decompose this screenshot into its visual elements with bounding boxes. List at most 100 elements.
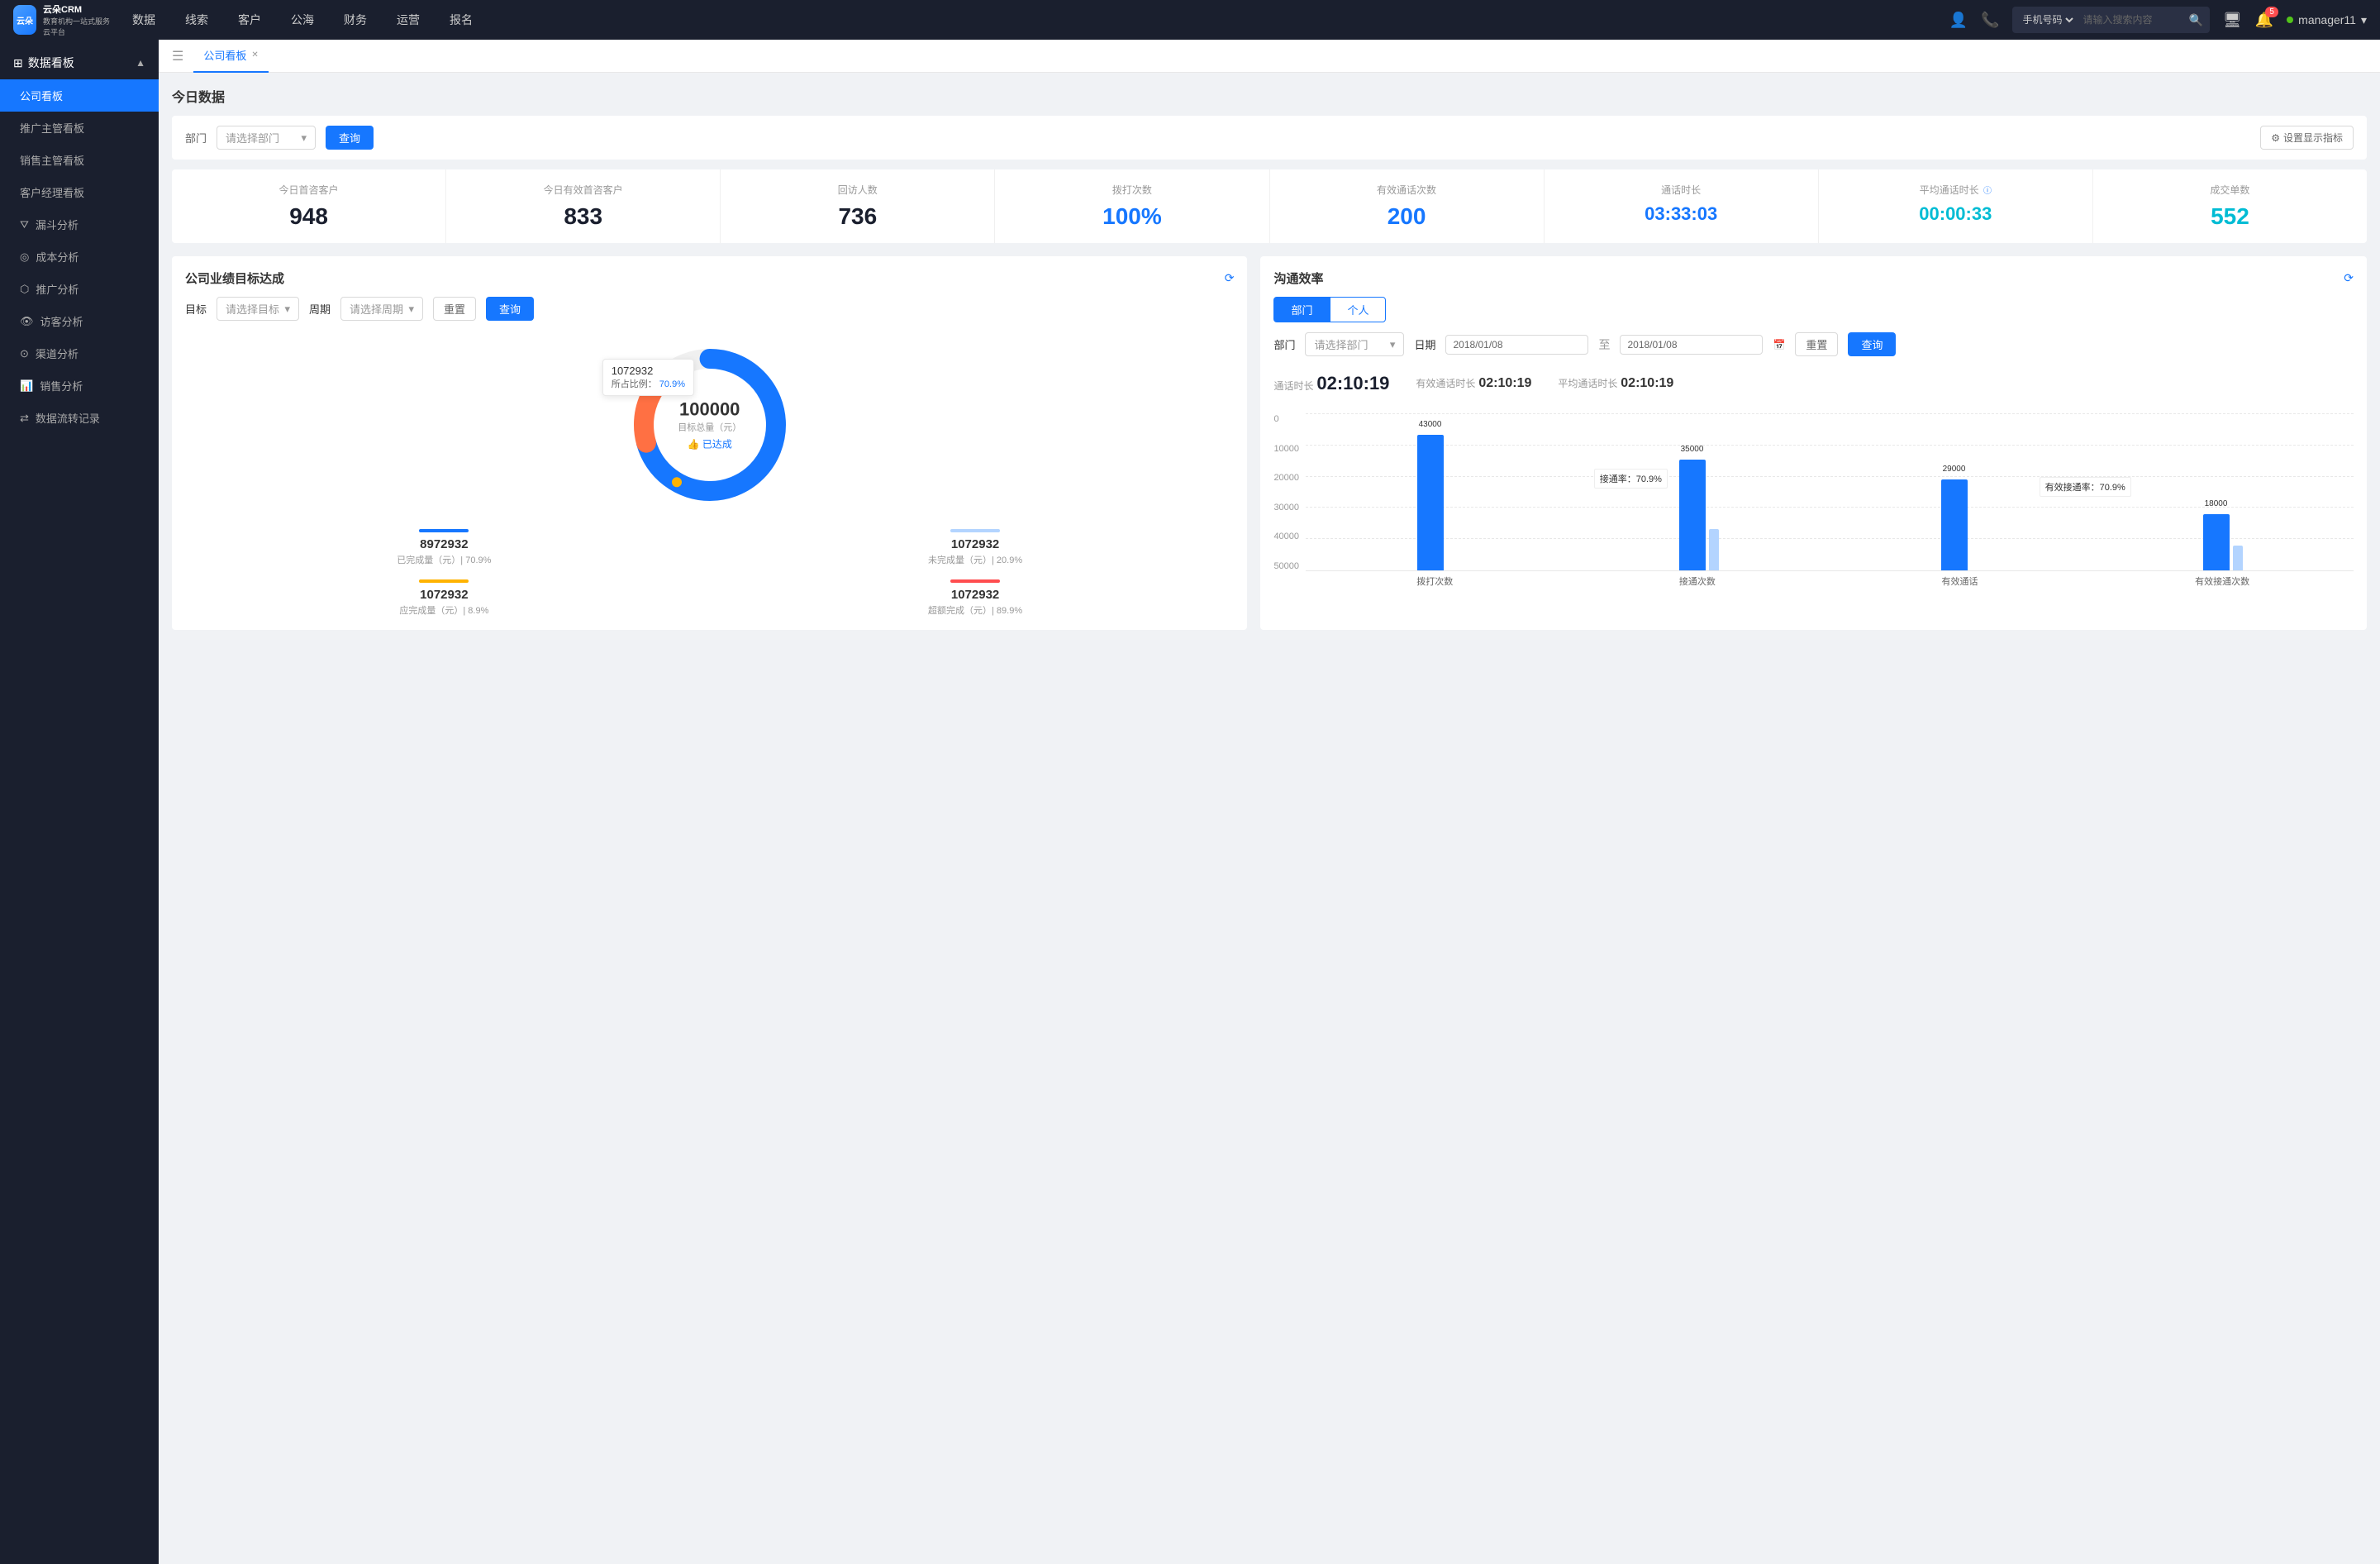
goal-stat-desc: 超额完成（元）| 89.9% [716,603,1235,617]
period-select[interactable]: 请选择周期 ▾ [340,297,423,321]
tab-label: 公司看板 [203,47,246,63]
grid-icon: ⊞ [13,56,23,70]
sidebar-item-company-board[interactable]: 公司看板 [0,79,159,112]
y-label-40000: 40000 [1273,532,1299,541]
donut-center-value: 100000 [678,399,741,421]
bar-wrap-eff-connect: 18000 [2203,514,2230,570]
goal-panel-title: 公司业绩目标达成 [185,269,284,287]
avg-talk-value: 02:10:19 [1621,376,1673,390]
stat-bar-completed [419,529,469,532]
stat-effective-first: 今日有效首咨客户 833 [446,169,721,243]
bar-label-effective: 29000 [1943,465,1966,474]
donut-center: 100000 目标总量（元） 👍 已达成 [678,399,741,451]
stats-row: 今日首咨客户 948 今日有效首咨客户 833 回访人数 736 拨打次数 10… [172,169,2367,243]
sidebar-item-visitor[interactable]: 👁 访客分析 [0,305,159,337]
sidebar-item-promotion-analysis[interactable]: ⬡ 推广分析 [0,273,159,305]
goal-reset-button[interactable]: 重置 [433,297,476,321]
nav-finance[interactable]: 财务 [340,12,370,28]
notification-bell[interactable]: 🔔 5 [2255,12,2273,29]
bar-wrap-effective: 29000 [1941,479,1968,570]
settings-button[interactable]: ⚙ 设置显示指标 [2260,126,2354,150]
efficiency-panel: 沟通效率 ⟳ 部门 个人 部门 请选择部门 [1260,256,2367,630]
sidebar-item-funnel[interactable]: ⛛ 漏斗分析 [0,208,159,241]
tab-company-board[interactable]: 公司看板 ✕ [193,40,268,73]
chart-group-connect: 35000 接通率：70.9% [1568,414,1830,570]
eff-refresh-icon[interactable]: ⟳ [2344,271,2354,285]
sidebar-section-dashboard: ⊞ 数据看板 ▲ 公司看板 推广主管看板 销售主管看板 客户经理看板 ⛛ 漏斗分… [0,40,159,441]
eff-dept-dropdown-icon: ▾ [1390,338,1396,351]
sidebar-item-promotion-board[interactable]: 推广主管看板 [0,112,159,144]
sidebar: ⊞ 数据看板 ▲ 公司看板 推广主管看板 销售主管看板 客户经理看板 ⛛ 漏斗分… [0,40,159,1564]
avg-talk-time-stat: 平均通话时长 02:10:19 [1558,376,1673,391]
sidebar-header[interactable]: ⊞ 数据看板 ▲ [0,46,159,79]
tooltip-value: 1072932 [612,365,685,377]
chart-inner: 50000 40000 30000 20000 10000 0 [1273,414,2354,571]
sidebar-header-label: 数据看板 [28,55,74,71]
dept-filter-label: 部门 [185,130,207,145]
sidebar-item-sales-analysis[interactable]: 📊 销售分析 [0,370,159,402]
main-content: ☰ 公司看板 ✕ 今日数据 部门 请选择部门 ▾ 查询 [159,40,2380,1564]
y-label-20000: 20000 [1273,473,1299,483]
sidebar-item-cost[interactable]: ◎ 成本分析 [0,241,159,273]
eff-date-end[interactable] [1620,335,1763,355]
sidebar-item-data-flow[interactable]: ⇄ 数据流转记录 [0,402,159,434]
stat-dial-count: 拨打次数 100% [995,169,1269,243]
donut-chart: 1072932 所占比例： 70.9% [619,334,801,516]
sidebar-collapse-icon[interactable]: ▲ [136,57,145,69]
calendar-icon[interactable]: 📅 [1773,339,1785,350]
search-input[interactable] [2082,14,2182,26]
eff-reset-button[interactable]: 重置 [1795,332,1838,356]
nav-signup[interactable]: 报名 [446,12,476,28]
tab-menu-icon[interactable]: ☰ [172,48,183,64]
goal-refresh-icon[interactable]: ⟳ [1225,271,1235,285]
y-label-10000: 10000 [1273,444,1299,454]
connect-rate-annotation: 接通率：70.9% [1594,469,1668,489]
donut-section: 1072932 所占比例： 70.9% [185,334,1234,516]
search-box: 手机号码 🔍 [2012,7,2209,33]
today-query-button[interactable]: 查询 [326,126,374,150]
online-indicator [2287,17,2293,23]
period-dropdown-icon: ▾ [409,303,415,316]
monitor-icon[interactable]: 🖥 [2223,12,2242,29]
sidebar-item-customer-board[interactable]: 客户经理看板 [0,176,159,208]
settings-icon: ⚙ [2271,132,2280,144]
eff-dept-placeholder: 请选择部门 [1314,336,1368,352]
stat-value: 200 [1283,203,1530,230]
chart-group-bars: 35000 [1679,414,1719,570]
user-info[interactable]: manager11 ▾ [2287,13,2367,27]
search-icon[interactable]: 🔍 [2188,13,2202,27]
goal-stat-desc: 已完成量（元）| 70.9% [185,553,703,566]
tab-close-icon[interactable]: ✕ [251,50,258,60]
nav-ops[interactable]: 运营 [393,12,423,28]
bar-dial-primary: 43000 [1417,435,1444,570]
stat-label: 通话时长 [1558,183,1805,197]
eff-connect-rate-annotation: 有效接通率：70.9% [2040,477,2131,497]
date-separator: 至 [1598,336,1610,353]
nav-data[interactable]: 数据 [129,12,159,28]
eff-date-start[interactable] [1445,335,1588,355]
dept-select[interactable]: 请选择部门 ▾ [217,126,316,150]
eff-tab-dept[interactable]: 部门 [1273,297,1330,322]
avg-duration-info-icon: ⓘ [1983,187,1992,196]
talk-time-value: 02:10:19 [1316,373,1389,393]
nav-sea[interactable]: 公海 [288,12,317,28]
eff-query-button[interactable]: 查询 [1848,332,1896,356]
search-type-select[interactable]: 手机号码 [2019,13,2076,26]
sidebar-item-channel[interactable]: ⊙ 渠道分析 [0,337,159,370]
stat-label: 平均通话时长 ⓘ [1832,183,2079,197]
phone-icon[interactable]: 📞 [1981,12,1999,29]
nav-leads[interactable]: 线索 [182,12,212,28]
y-label-30000: 30000 [1273,503,1299,513]
stat-label: 回访人数 [734,183,981,197]
nav-customers[interactable]: 客户 [235,12,264,28]
person-icon[interactable]: 👤 [1949,12,1968,29]
target-select[interactable]: 请选择目标 ▾ [217,297,299,321]
goal-query-button[interactable]: 查询 [486,297,534,321]
sidebar-item-sales-board[interactable]: 销售主管看板 [0,144,159,176]
eff-tab-personal[interactable]: 个人 [1330,297,1386,322]
channel-icon: ⊙ [20,347,29,360]
donut-center-label: 目标总量（元） [678,421,741,434]
y-label-50000: 50000 [1273,561,1299,571]
bar-wrap-dial: 43000 [1417,435,1444,570]
eff-dept-select[interactable]: 请选择部门 ▾ [1305,332,1404,356]
